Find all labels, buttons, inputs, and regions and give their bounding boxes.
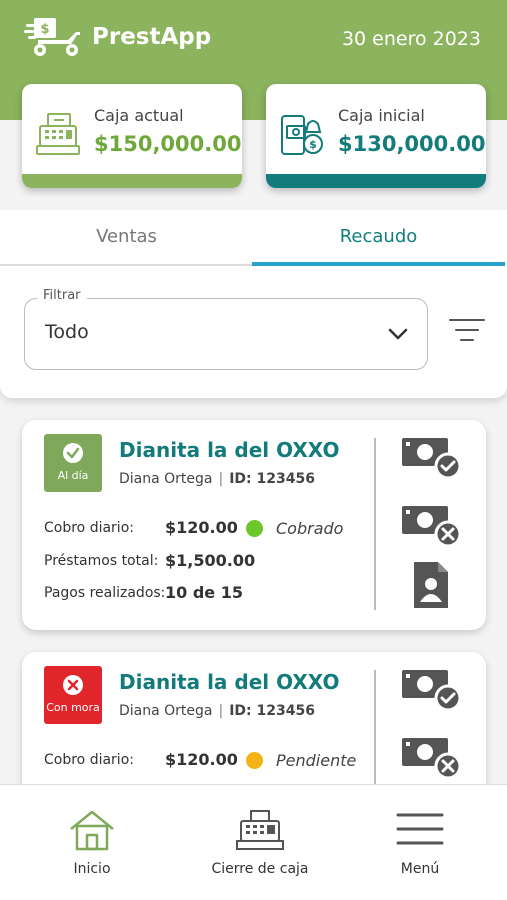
cash-check-icon[interactable] <box>400 666 462 712</box>
payment-status-dot <box>246 520 263 537</box>
client-alias: Dianita la del OXXO <box>119 670 340 694</box>
filter-legend: Filtrar <box>37 288 87 303</box>
cash-register-icon <box>36 113 80 155</box>
filter-value: Todo <box>45 321 89 343</box>
vertical-divider <box>374 438 376 610</box>
nav-menu[interactable]: Menú <box>370 785 470 900</box>
nav-inicio-label: Inicio <box>73 861 111 877</box>
client-info: Diana Ortega | ID: 123456 <box>119 471 315 487</box>
caja-actual-card[interactable]: Caja actual $150,000.00 <box>22 84 242 188</box>
tab-ventas[interactable]: Ventas <box>0 210 253 266</box>
cash-register-icon <box>236 810 284 850</box>
payment-status: Cobrado <box>276 519 344 538</box>
status-label: Al día <box>57 469 89 482</box>
app-name: PrestApp <box>92 24 212 50</box>
prestamos-label: Préstamos total: <box>44 553 159 569</box>
separator: | <box>218 471 224 487</box>
client-id: ID: 123456 <box>229 703 315 719</box>
client-info: Diana Ortega | ID: 123456 <box>119 703 315 719</box>
loan-list: Al día Dianita la del OXXO Diana Ortega |… <box>0 398 507 784</box>
client-alias: Dianita la del OXXO <box>119 438 340 462</box>
pagos-value: 10 de 15 <box>165 583 243 602</box>
filter-select[interactable]: Filtrar Todo <box>24 288 428 370</box>
x-circle-icon <box>63 675 83 695</box>
chevron-down-icon <box>388 328 408 340</box>
cobro-diario-label: Cobro diario: <box>44 520 134 536</box>
check-circle-icon <box>63 443 83 463</box>
separator: | <box>218 703 224 719</box>
pagos-label: Pagos realizados: <box>44 585 166 601</box>
payment-status-dot <box>246 752 263 769</box>
delivery-scooter-icon: $ <box>24 18 80 56</box>
tab-recaudo[interactable]: Recaudo <box>252 210 505 266</box>
cobro-diario-value: $120.00 <box>165 518 238 537</box>
client-name: Diana Ortega <box>119 703 213 719</box>
app-logo: $ PrestApp <box>24 16 211 58</box>
caja-actual-accent-bar <box>22 174 242 188</box>
loan-card[interactable]: Al día Dianita la del OXXO Diana Ortega |… <box>22 420 486 630</box>
tab-bar: Ventas Recaudo <box>0 210 507 266</box>
loan-card[interactable]: Con mora Dianita la del OXXO Diana Orteg… <box>22 652 486 784</box>
svg-text:$: $ <box>309 138 317 151</box>
caja-actual-amount: $150,000.00 <box>94 132 242 156</box>
cobro-diario-label: Cobro diario: <box>44 752 134 768</box>
vertical-divider <box>374 670 376 784</box>
client-document-icon[interactable] <box>400 562 462 608</box>
caja-inicial-label: Caja inicial <box>338 106 425 125</box>
svg-text:$: $ <box>40 22 49 37</box>
status-badge: Con mora <box>44 666 102 724</box>
cash-cancel-icon[interactable] <box>400 502 462 548</box>
payment-status: Pendiente <box>276 751 357 770</box>
prestamos-value: $1,500.00 <box>165 551 256 570</box>
nav-cierre-label: Cierre de caja <box>211 861 309 877</box>
cash-check-icon[interactable] <box>400 434 462 480</box>
cobro-diario-value: $120.00 <box>165 750 238 769</box>
nav-menu-label: Menú <box>400 861 440 877</box>
caja-inicial-accent-bar <box>266 174 486 188</box>
nav-inicio[interactable]: Inicio <box>40 785 144 900</box>
phone-money-icon: $ <box>281 115 323 155</box>
status-badge: Al día <box>44 434 102 492</box>
cash-cancel-icon[interactable] <box>400 734 462 780</box>
hamburger-menu-icon <box>396 813 444 845</box>
nav-cierre-de-caja[interactable]: Cierre de caja <box>200 785 320 900</box>
client-id: ID: 123456 <box>229 471 315 487</box>
filter-section: Filtrar Todo <box>0 266 507 398</box>
client-name: Diana Ortega <box>119 471 213 487</box>
caja-actual-label: Caja actual <box>94 106 184 125</box>
caja-inicial-amount: $130,000.00 <box>338 132 486 156</box>
current-date: 30 enero 2023 <box>341 28 481 50</box>
filter-lines-icon[interactable] <box>448 316 486 348</box>
home-icon <box>70 810 114 851</box>
status-label: Con mora <box>46 701 100 714</box>
bottom-navigation: Inicio Cierre de caja Menú <box>0 784 507 900</box>
caja-inicial-card[interactable]: $ Caja inicial $130,000.00 <box>266 84 486 188</box>
